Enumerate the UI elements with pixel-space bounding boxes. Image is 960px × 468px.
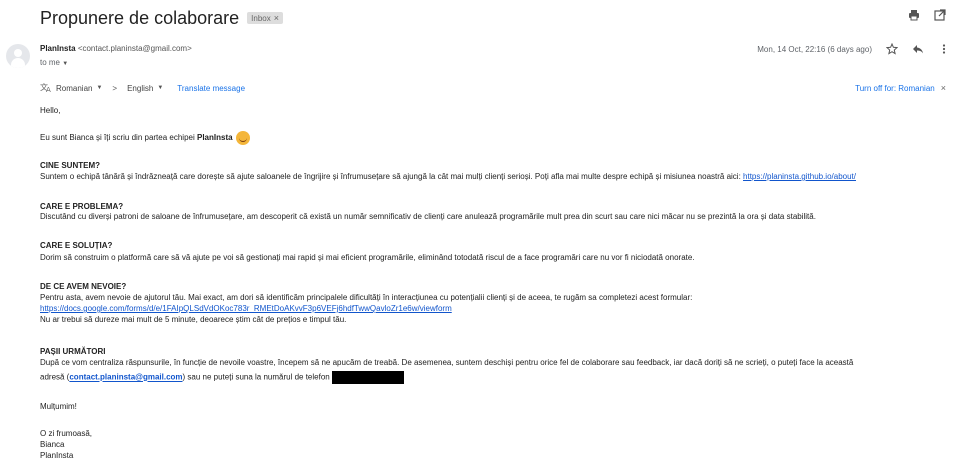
signature-name: Bianca [40, 440, 65, 449]
contact-email-link[interactable]: contact.planinsta@gmail.com [69, 373, 182, 382]
sender-name[interactable]: PlanInsta [40, 44, 76, 53]
contact-text-a: adresă ( [40, 372, 70, 382]
sender-email: <contact.planinsta@gmail.com> [77, 44, 192, 53]
sender-info: PlanInsta <contact.planinsta@gmail.com> [40, 44, 192, 53]
arrow-right-icon: > [112, 83, 118, 93]
contact-line: adresă (contact.planinsta@gmail.com) sau… [40, 371, 404, 384]
translate-message-link[interactable]: Translate message [177, 84, 245, 93]
section-text-solution: Dorim să construim o platformă care să v… [40, 253, 695, 262]
svg-text:A: A [46, 86, 51, 93]
inbox-label-text: Inbox [251, 13, 271, 23]
inbox-label-chip[interactable]: Inbox × [247, 12, 283, 24]
chevron-down-icon: ▼ [96, 85, 103, 91]
about-link[interactable]: https://planinsta.github.io/about/ [743, 172, 856, 181]
greeting: Hello, [40, 106, 61, 115]
section-title-needs: DE CE AVEM NEVOIE? [40, 282, 127, 291]
remove-label-icon[interactable]: × [274, 13, 279, 23]
message-meta: Mon, 14 Oct, 22:16 (6 days ago) [757, 42, 950, 55]
section-text-needs: Pentru asta, avem nevoie de ajutorul tău… [40, 293, 693, 302]
recipient-details[interactable]: to me ▼ [40, 58, 68, 67]
section-title-problem: CARE E PROBLEMA? [40, 202, 124, 211]
intro-text: Eu sunt Bianca și îți scriu din partea e… [40, 133, 197, 143]
redacted-phone-number [331, 371, 404, 384]
smiling-emoji-icon [235, 131, 250, 145]
source-language-label: Romanian [56, 83, 93, 93]
section-text-needs-2: Nu ar trebui să dureze mai mult de 5 min… [40, 315, 347, 324]
translate-icon: 文A [40, 82, 52, 95]
section-title-who: CINE SUNTEM? [40, 161, 100, 170]
intro-brand: PlanInsta [196, 133, 233, 143]
message-date: Mon, 14 Oct, 22:16 (6 days ago) [757, 44, 872, 54]
top-actions [908, 8, 946, 21]
more-options-icon[interactable] [938, 43, 950, 55]
closing-line: O zi frumoasă, [40, 429, 93, 438]
form-link-line: https://docs.google.com/forms/d/e/1FAIpQ… [40, 304, 452, 315]
reply-icon[interactable] [912, 43, 924, 55]
open-new-window-icon[interactable] [934, 8, 946, 21]
section-text-problem: Discutând cu diverși patroni de saloane … [40, 212, 816, 221]
recipient-text: to me [40, 58, 61, 67]
subject-row: Propunere de colaborare Inbox × [40, 6, 948, 30]
intro-paragraph: Eu sunt Bianca și îți scriu din partea e… [40, 131, 250, 145]
turn-off-translation: Turn off for: Romanian × [855, 83, 946, 93]
who-text: Suntem o echipă tânără și îndrăzneață ca… [40, 172, 744, 181]
thanks-line: Mulțumim! [40, 402, 77, 411]
section-text-who: Suntem o echipă tânără și îndrăzneață ca… [40, 172, 856, 183]
contact-text-b: ) sau ne puteți suna la numărul de telef… [182, 372, 332, 382]
chevron-down-icon: ▼ [157, 85, 164, 91]
close-icon[interactable]: × [941, 83, 946, 93]
target-language-select[interactable]: English ▼ [127, 84, 163, 93]
source-language-select[interactable]: 文A Romanian ▼ [40, 82, 102, 95]
section-title-solution: CARE E SOLUȚIA? [40, 241, 113, 250]
turn-off-translation-link[interactable]: Turn off for: Romanian [855, 84, 935, 93]
target-language-label: English [127, 83, 154, 93]
section-text-next: După ce vom centraliza răspunsurile, în … [40, 358, 854, 367]
signature-team: PlanInsta [40, 451, 74, 460]
translate-bar: 文A Romanian ▼ > English ▼ Translate mess… [40, 80, 946, 96]
section-title-next: PAȘII URMĂTORI [40, 347, 106, 356]
print-icon[interactable] [908, 8, 920, 21]
sender-avatar[interactable] [6, 44, 30, 68]
chevron-down-icon[interactable]: ▼ [62, 61, 68, 67]
form-link[interactable]: https://docs.google.com/forms/d/e/1FAIpQ… [40, 304, 452, 313]
star-icon[interactable] [885, 42, 899, 55]
email-subject: Propunere de colaborare [40, 7, 240, 28]
